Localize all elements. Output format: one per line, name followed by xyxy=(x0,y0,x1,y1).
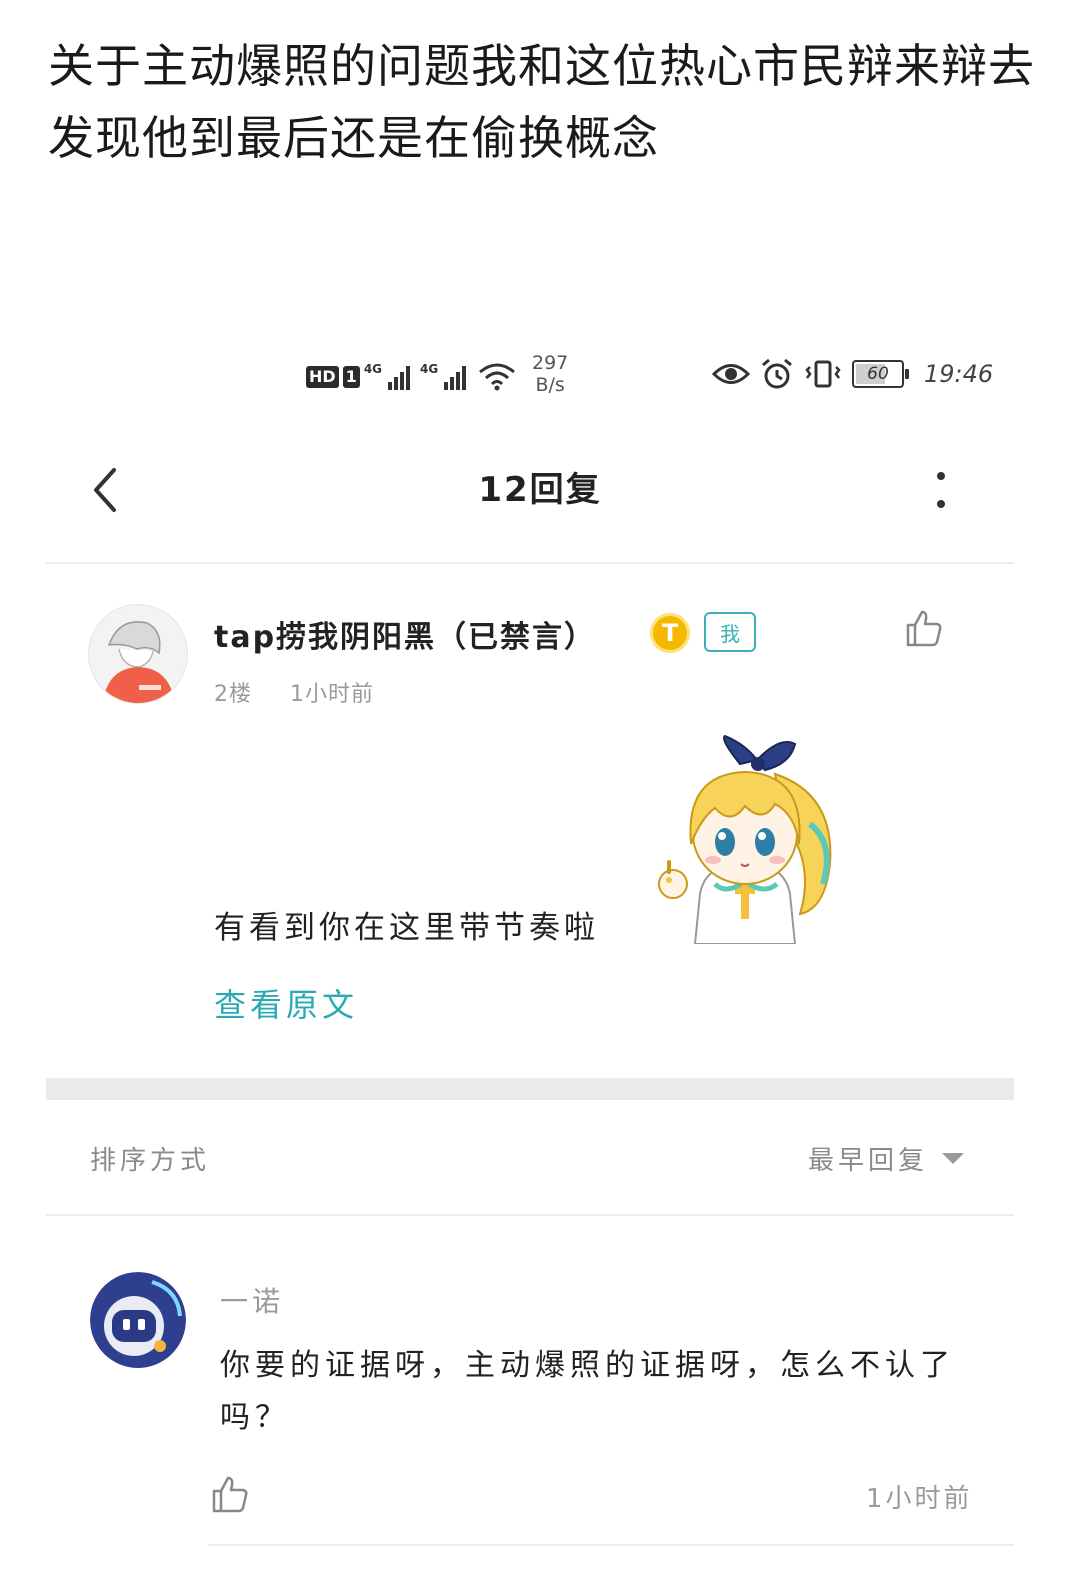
signal-bars-2-icon xyxy=(444,364,467,390)
network-speed-value: 297 xyxy=(532,352,569,374)
post-time: 1小时前 xyxy=(290,682,374,707)
section-separator xyxy=(46,1078,1014,1100)
robot-avatar-image xyxy=(90,1272,186,1368)
back-button[interactable] xyxy=(84,462,132,518)
hd-indicator: HD xyxy=(306,366,339,388)
avatar-image xyxy=(89,605,187,703)
sort-label: 排序方式 xyxy=(90,1146,211,1176)
view-original-link[interactable]: 查看原文 xyxy=(214,980,358,1026)
header-divider xyxy=(46,562,1014,564)
eye-icon xyxy=(712,364,750,384)
post-title: 关于主动爆照的问题我和这位热心市民辩来辩去发现他到最后还是在偷换概念 xyxy=(48,39,1035,165)
reply-like-button[interactable] xyxy=(210,1474,250,1518)
thumbs-up-icon xyxy=(212,1476,248,1513)
more-dot-icon xyxy=(937,500,945,508)
post-content: 有看到你在这里带节奏啦 xyxy=(214,910,599,946)
me-badge: 我 xyxy=(704,612,756,652)
floor-number: 2楼 xyxy=(214,682,252,707)
sticker-drawing xyxy=(658,734,832,945)
sort-dropdown[interactable]: 最早回复 xyxy=(808,1140,965,1177)
reply-time: 1小时前 xyxy=(866,1484,973,1514)
reply-divider xyxy=(208,1544,1014,1546)
more-dot-icon xyxy=(937,472,945,480)
level-badge: T xyxy=(650,613,690,653)
author-avatar[interactable] xyxy=(88,604,188,704)
thumbs-up-icon xyxy=(906,610,942,647)
network-type-2: 4G xyxy=(420,362,439,376)
status-bar-right: 60 19:46 xyxy=(712,358,993,390)
network-type-1: 4G xyxy=(363,362,383,376)
battery-level: 60 xyxy=(867,364,889,384)
more-options-button[interactable] xyxy=(926,468,956,512)
anime-sticker-image xyxy=(645,734,845,945)
reply-author-avatar[interactable] xyxy=(90,1272,186,1368)
post-like-button[interactable] xyxy=(904,608,944,652)
network-speed: 297 B/s xyxy=(532,352,568,396)
sort-selected-value: 最早回复 xyxy=(808,1146,929,1176)
page-title: 12回复 xyxy=(478,470,602,510)
caret-down-icon xyxy=(942,1153,965,1164)
alarm-icon xyxy=(762,358,792,389)
sort-divider xyxy=(46,1214,1014,1216)
post-meta: 2楼 1小时前 xyxy=(214,676,374,708)
network-speed-unit: B/s xyxy=(535,374,565,396)
reply-username[interactable]: 一诺 xyxy=(220,1280,284,1320)
chevron-left-icon xyxy=(94,468,116,512)
sim-indicator: 1 xyxy=(342,366,360,388)
clock: 19:46 xyxy=(924,360,994,388)
wifi-icon xyxy=(479,363,516,391)
author-username[interactable]: tap捞我阴阳黑（已禁言） xyxy=(214,612,596,656)
reply-content: 你要的证据呀，主动爆照的证据呀，怎么不认了吗？ xyxy=(220,1348,955,1435)
status-bar-left: HD 1 4G 4G xyxy=(306,362,516,392)
vibrate-icon xyxy=(805,360,841,388)
battery-icon: 60 xyxy=(852,360,909,388)
signal-bars-1-icon xyxy=(388,364,411,390)
